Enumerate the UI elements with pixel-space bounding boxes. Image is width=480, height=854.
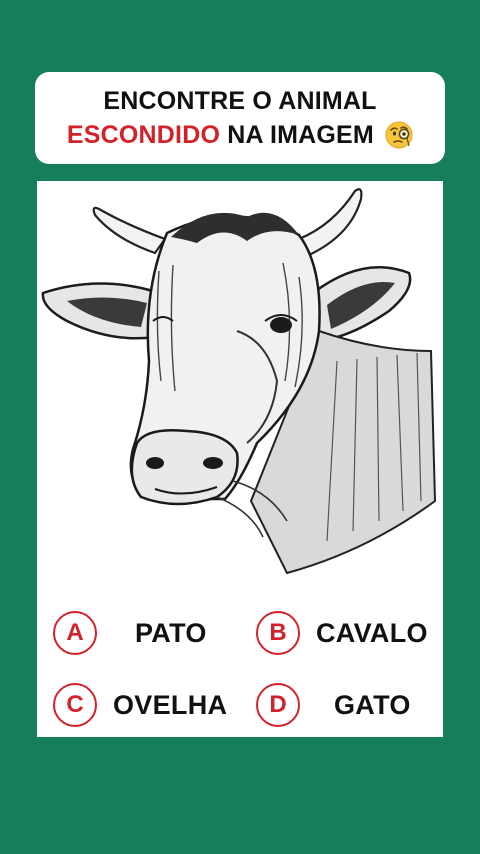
option-c-badge: C <box>53 683 97 727</box>
option-a-label: PATO <box>135 617 207 648</box>
option-a-badge: A <box>53 611 97 655</box>
title-card: ENCONTRE O ANIMAL ESCONDIDO NA IMAGEM <box>35 72 445 164</box>
face-with-monocle-icon <box>385 121 413 149</box>
title-highlight: ESCONDIDO <box>66 121 221 149</box>
option-d[interactable]: D GATO <box>256 680 411 730</box>
option-d-label: GATO <box>334 689 411 720</box>
option-c-label: OVELHA <box>113 689 228 720</box>
quiz-panel: A PATO B CAVALO C OVELHA D GATO <box>37 181 443 737</box>
cow-head-sketch-icon <box>41 188 437 575</box>
option-b-badge: B <box>256 611 300 655</box>
option-a[interactable]: A PATO <box>53 608 207 658</box>
option-d-badge: D <box>256 683 300 727</box>
title-line-1: ENCONTRE O ANIMAL <box>103 87 377 115</box>
option-b-label: CAVALO <box>316 617 428 648</box>
option-b[interactable]: B CAVALO <box>256 608 428 658</box>
title-rest: NA IMAGEM <box>220 121 374 149</box>
option-c[interactable]: C OVELHA <box>53 680 227 730</box>
title-line-2: ESCONDIDO NA IMAGEM <box>35 118 445 152</box>
